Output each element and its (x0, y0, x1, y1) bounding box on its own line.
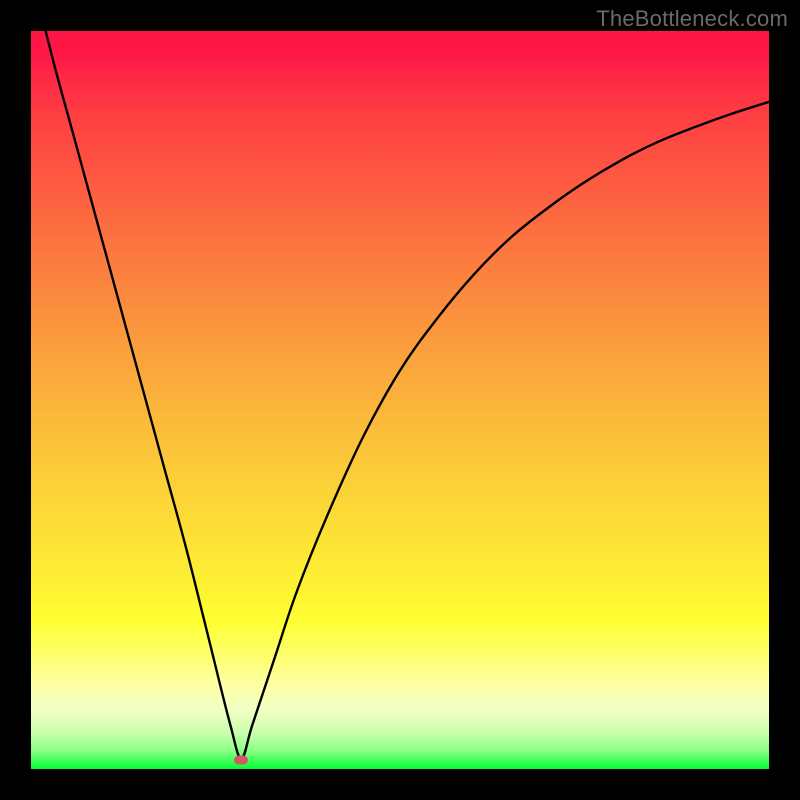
watermark-text: TheBottleneck.com (596, 6, 788, 32)
bottleneck-curve (31, 31, 769, 769)
chart-frame: TheBottleneck.com (0, 0, 800, 800)
minimum-marker (234, 756, 248, 765)
plot-area (31, 31, 769, 769)
